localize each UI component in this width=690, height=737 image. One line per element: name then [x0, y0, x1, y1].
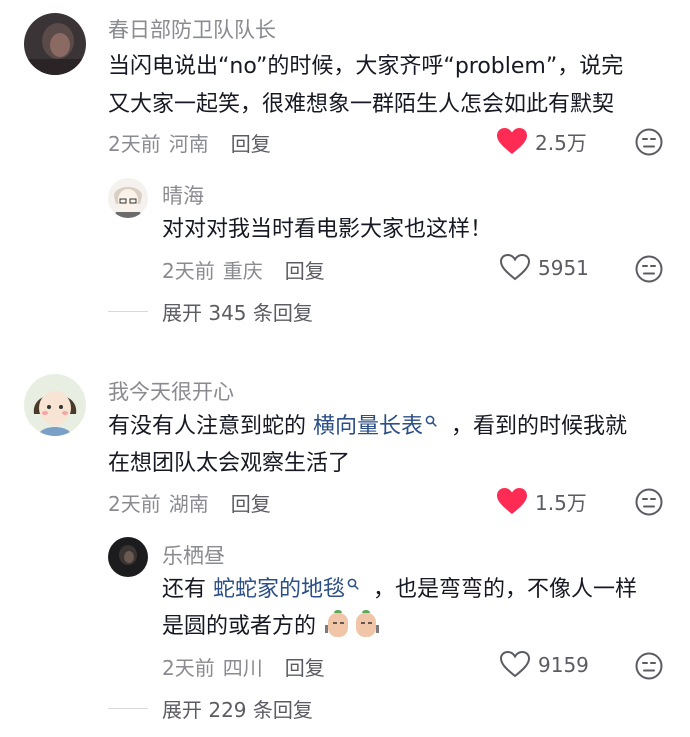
- like-button[interactable]: 2.5万: [497, 127, 587, 156]
- heart-outline-icon: [500, 651, 530, 678]
- expand-replies-label: 展开 229 条回复: [162, 698, 313, 722]
- like-count: 9159: [538, 652, 589, 677]
- like-button[interactable]: 9159: [500, 651, 589, 678]
- reply-meta: 2天前 四川 回复: [162, 652, 325, 681]
- comment-text-line: 当闪电说出“no”的时候，大家齐呼“problem”，说完: [108, 54, 624, 79]
- dislike-face-icon[interactable]: [634, 254, 664, 284]
- dislike-face-icon[interactable]: [634, 127, 664, 157]
- reply-button[interactable]: 回复: [285, 652, 325, 681]
- search-keyword-link[interactable]: 蛇蛇家的地毯: [213, 577, 345, 602]
- divider: [108, 311, 148, 312]
- reply-text-line: 是圆的或者方的: [162, 608, 380, 646]
- comment-username[interactable]: 春日部防卫队队长: [108, 14, 276, 44]
- reply-meta: 2天前 重庆 回复: [162, 255, 325, 284]
- reply-location: 重庆: [222, 259, 263, 283]
- like-count: 2.5万: [535, 131, 587, 155]
- reply-text-segment: ，也是弯弯的，不像人一样: [373, 577, 638, 602]
- comment-text-line: 在想团队太会观察生活了: [108, 451, 351, 476]
- reply-location: 四川: [222, 656, 263, 680]
- comment-location: 河南: [168, 132, 209, 156]
- reply-button[interactable]: 回复: [231, 488, 271, 517]
- expand-replies-label: 展开 345 条回复: [162, 301, 313, 325]
- dislike-face-icon[interactable]: [634, 487, 664, 517]
- comment-text-line: 又大家一起笑，很难想象一群陌生人怎会如此有默契: [108, 92, 615, 117]
- comment-meta: 2天前 湖南 回复: [108, 488, 271, 517]
- heart-outline-icon: [500, 254, 530, 281]
- avatar[interactable]: [24, 374, 86, 436]
- heart-filled-icon: [497, 488, 527, 514]
- dislike-face-icon[interactable]: [634, 651, 664, 681]
- comment-text-segment: ，看到的时候我就: [451, 414, 628, 439]
- reply-text-segment: 是圆的或者方的: [162, 614, 317, 639]
- search-icon[interactable]: [347, 578, 359, 590]
- comment-location: 湖南: [168, 492, 209, 516]
- reply-username[interactable]: 乐栖昼: [162, 540, 225, 570]
- reply-text: 对对对我当时看电影大家也这样！: [162, 217, 493, 242]
- heart-filled-icon: [497, 128, 527, 154]
- avatar[interactable]: [108, 537, 148, 577]
- reply-text-segment: 还有: [162, 577, 207, 602]
- comment-meta: 2天前 河南 回复: [108, 128, 271, 157]
- reply-button[interactable]: 回复: [231, 128, 271, 157]
- reply-username[interactable]: 晴海: [162, 180, 204, 210]
- search-keyword-link[interactable]: 横向量长表: [313, 414, 423, 439]
- reply-time: 2天前: [162, 656, 215, 680]
- like-count: 5951: [538, 255, 589, 280]
- sticker-emoji-icon: [356, 610, 380, 637]
- avatar[interactable]: [108, 178, 148, 218]
- comment-text-line: 有没有人注意到蛇的 横向量长表 ，看到的时候我就: [108, 408, 627, 446]
- avatar[interactable]: [24, 13, 86, 75]
- expand-replies-button[interactable]: 展开 229 条回复: [108, 694, 313, 723]
- reply-text-line: 还有 蛇蛇家的地毯 ，也是弯弯的，不像人一样: [162, 571, 637, 609]
- reply-button[interactable]: 回复: [285, 255, 325, 284]
- search-icon[interactable]: [425, 415, 437, 427]
- expand-replies-button[interactable]: 展开 345 条回复: [108, 297, 313, 326]
- like-count: 1.5万: [535, 491, 587, 515]
- like-button[interactable]: 1.5万: [497, 487, 587, 516]
- like-button[interactable]: 5951: [500, 254, 589, 281]
- sticker-emoji-icon: [325, 610, 349, 637]
- divider: [108, 708, 148, 709]
- reply-time: 2天前: [162, 259, 215, 283]
- comment-time: 2天前: [108, 492, 161, 516]
- comment-text-segment: 有没有人注意到蛇的: [108, 414, 307, 439]
- comment-time: 2天前: [108, 132, 161, 156]
- comment-username[interactable]: 我今天很开心: [108, 376, 234, 406]
